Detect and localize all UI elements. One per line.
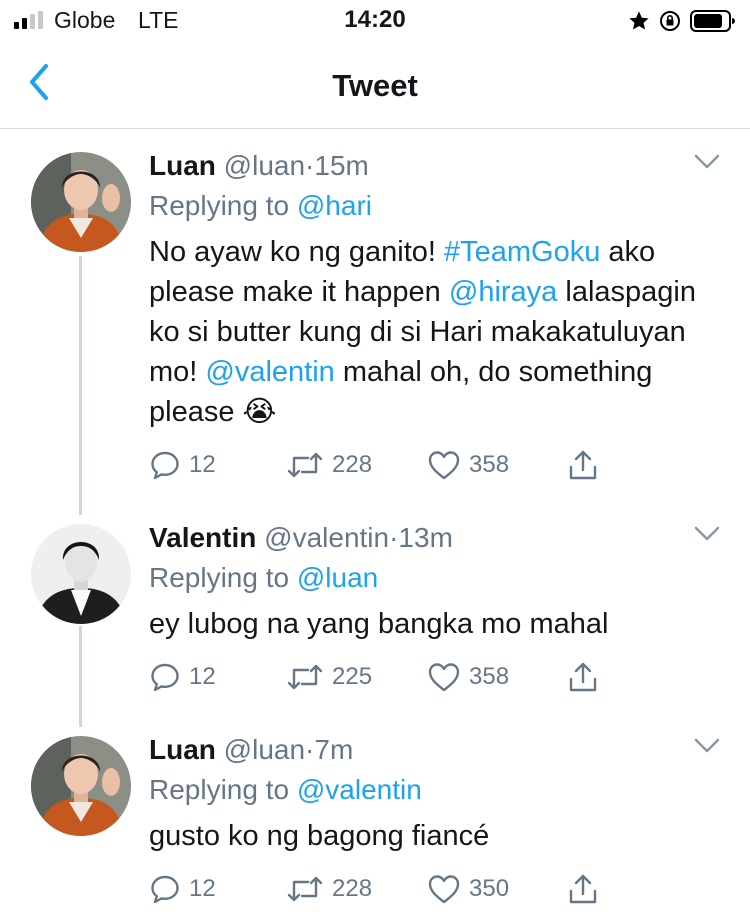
heart-icon bbox=[428, 663, 460, 692]
hashtag-link[interactable]: #TeamGoku bbox=[444, 236, 600, 268]
author-name[interactable]: Luan bbox=[149, 734, 216, 765]
author-handle[interactable]: @luan bbox=[224, 150, 305, 181]
tweet-actions: 12 228 350 bbox=[149, 872, 609, 906]
author-name[interactable]: Luan bbox=[149, 150, 216, 181]
replying-label: Replying to bbox=[149, 190, 290, 221]
avatar[interactable] bbox=[31, 152, 131, 252]
chevron-down-icon[interactable] bbox=[694, 154, 720, 170]
retweet-button[interactable]: 228 bbox=[286, 872, 372, 906]
tweet-text: gusto ko ng bagong fiancé bbox=[149, 820, 490, 852]
replying-label: Replying to bbox=[149, 774, 290, 805]
share-icon bbox=[569, 450, 597, 480]
replying-to: Replying to @luan bbox=[149, 562, 378, 594]
tweet-header: Luan @luan·15m bbox=[149, 150, 369, 182]
separator-dot: · bbox=[305, 150, 315, 181]
tweet[interactable]: Luan @luan·7m Replying to @valentin gust… bbox=[0, 734, 750, 914]
status-bar: Globe LTE 14:20 bbox=[0, 0, 750, 42]
share-button[interactable] bbox=[566, 872, 600, 906]
page-title: Tweet bbox=[332, 68, 418, 103]
retweet-count: 228 bbox=[332, 451, 373, 478]
reply-count: 12 bbox=[189, 875, 216, 902]
avatar[interactable] bbox=[31, 736, 131, 836]
heart-icon bbox=[428, 451, 460, 480]
reply-mention-link[interactable]: @luan bbox=[297, 562, 378, 593]
separator-dot: · bbox=[305, 734, 315, 765]
heart-icon bbox=[428, 875, 460, 904]
tweet[interactable]: Valentin @valentin·13m Replying to @luan… bbox=[0, 522, 750, 702]
chevron-down-icon[interactable] bbox=[694, 526, 720, 542]
mention-link[interactable]: @valentin bbox=[205, 356, 334, 388]
retweet-button[interactable]: 228 bbox=[286, 448, 372, 482]
tweet[interactable]: Luan @luan·15m Replying to @hari No ayaw… bbox=[0, 150, 750, 510]
reply-count: 12 bbox=[189, 451, 216, 478]
like-button[interactable]: 350 bbox=[427, 872, 509, 906]
like-button[interactable]: 358 bbox=[427, 448, 509, 482]
replying-to: Replying to @hari bbox=[149, 190, 372, 222]
reply-count: 12 bbox=[189, 663, 216, 690]
mention-link[interactable]: @hiraya bbox=[449, 276, 557, 308]
valentin-avatar-icon bbox=[31, 524, 131, 624]
reply-icon bbox=[151, 663, 179, 692]
like-count: 358 bbox=[469, 663, 510, 690]
like-count: 350 bbox=[469, 875, 510, 902]
luan-avatar-icon bbox=[31, 736, 131, 836]
navigation-bar: Tweet bbox=[0, 42, 750, 129]
retweet-icon bbox=[287, 452, 323, 478]
avatar[interactable] bbox=[31, 524, 131, 624]
share-icon bbox=[569, 874, 597, 904]
tweet-time: 15m bbox=[314, 150, 369, 181]
reply-mention-link[interactable]: @hari bbox=[297, 190, 372, 221]
text-segment: No ayaw ko ng ganito! bbox=[149, 236, 445, 268]
reply-icon bbox=[151, 875, 179, 904]
retweet-count: 225 bbox=[332, 663, 373, 690]
tweet-header: Valentin @valentin·13m bbox=[149, 522, 453, 554]
author-handle[interactable]: @valentin bbox=[264, 522, 389, 553]
retweet-button[interactable]: 225 bbox=[286, 660, 372, 694]
retweet-icon bbox=[287, 664, 323, 690]
reply-button[interactable]: 12 bbox=[149, 872, 216, 906]
share-button[interactable] bbox=[566, 448, 600, 482]
tweet-header: Luan @luan·7m bbox=[149, 734, 353, 766]
reply-mention-link[interactable]: @valentin bbox=[297, 774, 422, 805]
retweet-icon bbox=[287, 876, 323, 902]
chevron-down-icon[interactable] bbox=[694, 738, 720, 754]
battery-icon bbox=[690, 10, 735, 32]
tweet-time: 13m bbox=[398, 522, 453, 553]
tweet-text: No ayaw ko ng ganito! #TeamGoku ako plea… bbox=[149, 232, 734, 432]
author-name[interactable]: Valentin bbox=[149, 522, 256, 553]
tweet-text: ey lubog na yang bangka mo mahal bbox=[149, 608, 609, 640]
orientation-lock-icon bbox=[660, 11, 680, 31]
like-button[interactable]: 358 bbox=[427, 660, 509, 694]
tweet-actions: 12 225 358 bbox=[149, 660, 609, 694]
author-handle[interactable]: @luan bbox=[224, 734, 305, 765]
star-icon bbox=[629, 11, 649, 30]
tweet-time: 7m bbox=[314, 734, 354, 765]
retweet-count: 228 bbox=[332, 875, 373, 902]
like-count: 358 bbox=[469, 451, 510, 478]
reply-icon bbox=[151, 451, 179, 480]
replying-label: Replying to bbox=[149, 562, 290, 593]
tweet-actions: 12 228 358 bbox=[149, 448, 609, 482]
luan-avatar-icon bbox=[31, 152, 131, 252]
share-icon bbox=[569, 662, 597, 692]
reply-button[interactable]: 12 bbox=[149, 660, 216, 694]
reply-button[interactable]: 12 bbox=[149, 448, 216, 482]
share-button[interactable] bbox=[566, 660, 600, 694]
replying-to: Replying to @valentin bbox=[149, 774, 422, 806]
